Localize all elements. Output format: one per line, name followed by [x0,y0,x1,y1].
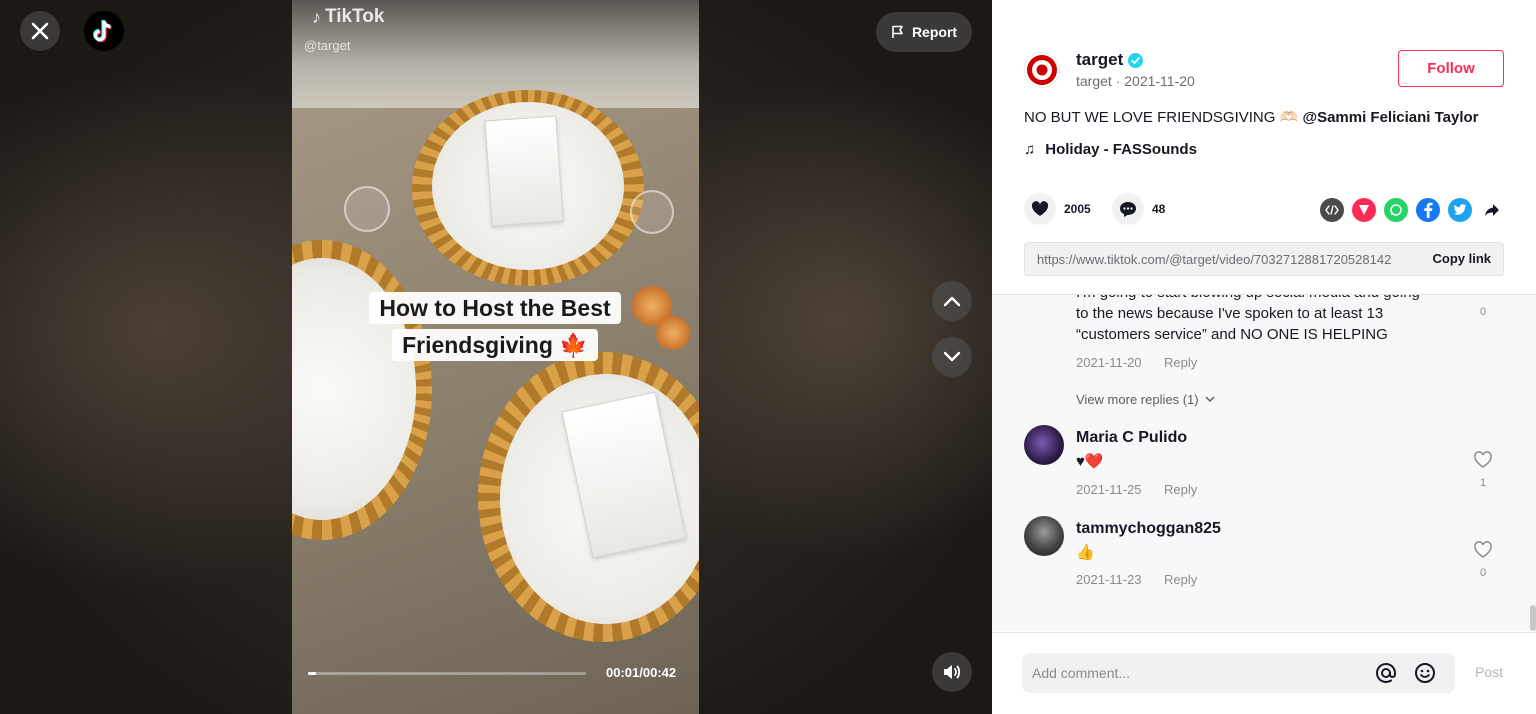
video-watermark-handle: @target [304,38,351,53]
comment-like-count: 0 [1479,567,1487,579]
close-icon [31,22,49,40]
next-video-button[interactable] [932,337,972,377]
facebook-icon [1424,202,1433,218]
like-button[interactable] [1024,193,1056,225]
copy-link-button[interactable]: Copy link [1432,251,1491,266]
post-comment-button[interactable]: Post [1475,664,1503,680]
share-arrow-icon [1485,204,1499,216]
more-share-button[interactable] [1480,198,1504,222]
facebook-share-button[interactable] [1416,198,1440,222]
video-frame[interactable]: ♪ TikTok @target How to Host the Best Fr… [292,0,699,714]
video-details-panel: target target · 2021-11-20 Follow NO BUT… [992,0,1536,714]
comment-username[interactable]: tammychoggan825 [1076,520,1221,538]
video-watermark-brand: ♪ TikTok [312,6,384,28]
whatsapp-share-button[interactable] [1384,198,1408,222]
music-link[interactable]: ♫ Holiday - FASSounds [1024,141,1197,158]
comment-text-line: to the news because I've spoken to at le… [1076,305,1384,322]
comment-composer: Post [992,632,1536,714]
orange-slice-image [656,316,690,350]
volume-icon [944,665,961,679]
comment-date: 2021-11-25 [1076,482,1142,497]
napkin-image [484,115,564,227]
video-time: 00:01/00:42 [606,665,677,680]
watermark-brand-text: TikTok [325,6,385,27]
description-text: NO BUT WE LOVE FRIENDSGIVING 🫶🏻 [1024,109,1303,126]
comment-text: ♥❤️ [1076,453,1104,470]
comment-like-heart-icon[interactable] [1473,540,1493,560]
target-logo-icon [1027,55,1057,85]
reply-button[interactable]: Reply [1164,572,1197,587]
author-name[interactable]: target [1076,50,1144,70]
twitter-icon [1453,204,1467,215]
mention-at-icon[interactable] [1375,662,1397,684]
embed-share-button[interactable] [1320,198,1344,222]
author-avatar[interactable] [1024,52,1060,88]
whatsapp-icon [1390,204,1402,216]
comment-text-line: “customers service” and NO ONE IS HELPIN… [1076,326,1388,343]
avatar[interactable] [1024,516,1064,556]
reply-button[interactable]: Reply [1164,355,1197,370]
video-progress-fill [308,672,316,675]
comments-scrollbar[interactable] [1530,605,1536,631]
report-label: Report [911,24,958,40]
follow-button[interactable]: Follow [1398,50,1504,87]
verified-badge-icon [1128,52,1144,68]
author-subtitle: target · 2021-11-20 [1076,73,1195,89]
comment-bubble-icon [1120,201,1136,217]
video-progress-bar[interactable] [308,672,586,675]
comment-like-count: 0 [1479,306,1487,318]
comment-text: 👍 [1076,544,1095,561]
comment-button[interactable] [1112,193,1144,225]
avatar[interactable] [1024,425,1064,465]
comment-like-count: 1 [1479,477,1487,489]
comments-list[interactable]: I'm going to start blowing up social med… [992,294,1536,631]
send-arrow-icon [1359,205,1369,215]
chevron-down-icon [943,351,961,362]
view-more-label: View more replies (1) [1076,392,1199,407]
music-note-icon: ♫ [1024,141,1036,158]
friends-share-button[interactable] [1352,198,1376,222]
glass-image [344,186,390,232]
twitter-share-button[interactable] [1448,198,1472,222]
flag-icon [892,25,903,38]
glass-image [630,190,674,234]
tiktok-note-icon: ♪ [312,6,321,27]
comment-date: 2021-11-20 [1076,355,1142,370]
video-link-box: https://www.tiktok.com/@target/video/703… [1024,242,1504,276]
comment-username[interactable]: Maria C Pulido [1076,429,1187,447]
comment-stat: 48 [1112,193,1165,225]
tiktok-note-icon [93,19,112,43]
author-name-text: target [1076,50,1124,69]
previous-video-button[interactable] [932,281,972,321]
caption-line-1: How to Host the Best [369,292,621,324]
video-link-text[interactable]: https://www.tiktok.com/@target/video/703… [1037,252,1407,267]
like-count: 2005 [1064,202,1091,216]
close-button[interactable] [20,11,60,51]
view-more-replies-button[interactable]: View more replies (1) [1076,392,1215,407]
video-caption-overlay: How to Host the Best Friendsgiving 🍁 [356,290,634,364]
caption-line-2: Friendsgiving 🍁 [392,329,598,361]
embed-code-icon [1325,205,1339,215]
report-button[interactable]: Report [876,12,972,52]
video-description: NO BUT WE LOVE FRIENDSGIVING 🫶🏻 @Sammi F… [1024,108,1479,126]
comment-like-heart-icon[interactable] [1473,450,1493,470]
chevron-up-icon [943,296,961,307]
emoji-icon[interactable] [1414,662,1436,684]
description-mention[interactable]: @Sammi Feliciani Taylor [1302,109,1478,126]
volume-button[interactable] [932,652,972,692]
heart-icon [1031,201,1049,216]
like-stat: 2005 [1024,193,1091,225]
music-title: Holiday - FASSounds [1045,141,1197,158]
chevron-down-icon [1205,396,1215,403]
video-player-area: ♪ TikTok @target How to Host the Best Fr… [0,0,992,714]
reply-button[interactable]: Reply [1164,482,1197,497]
comment-date: 2021-11-23 [1076,572,1142,587]
comment-count: 48 [1152,202,1166,216]
tiktok-logo[interactable] [84,11,124,51]
